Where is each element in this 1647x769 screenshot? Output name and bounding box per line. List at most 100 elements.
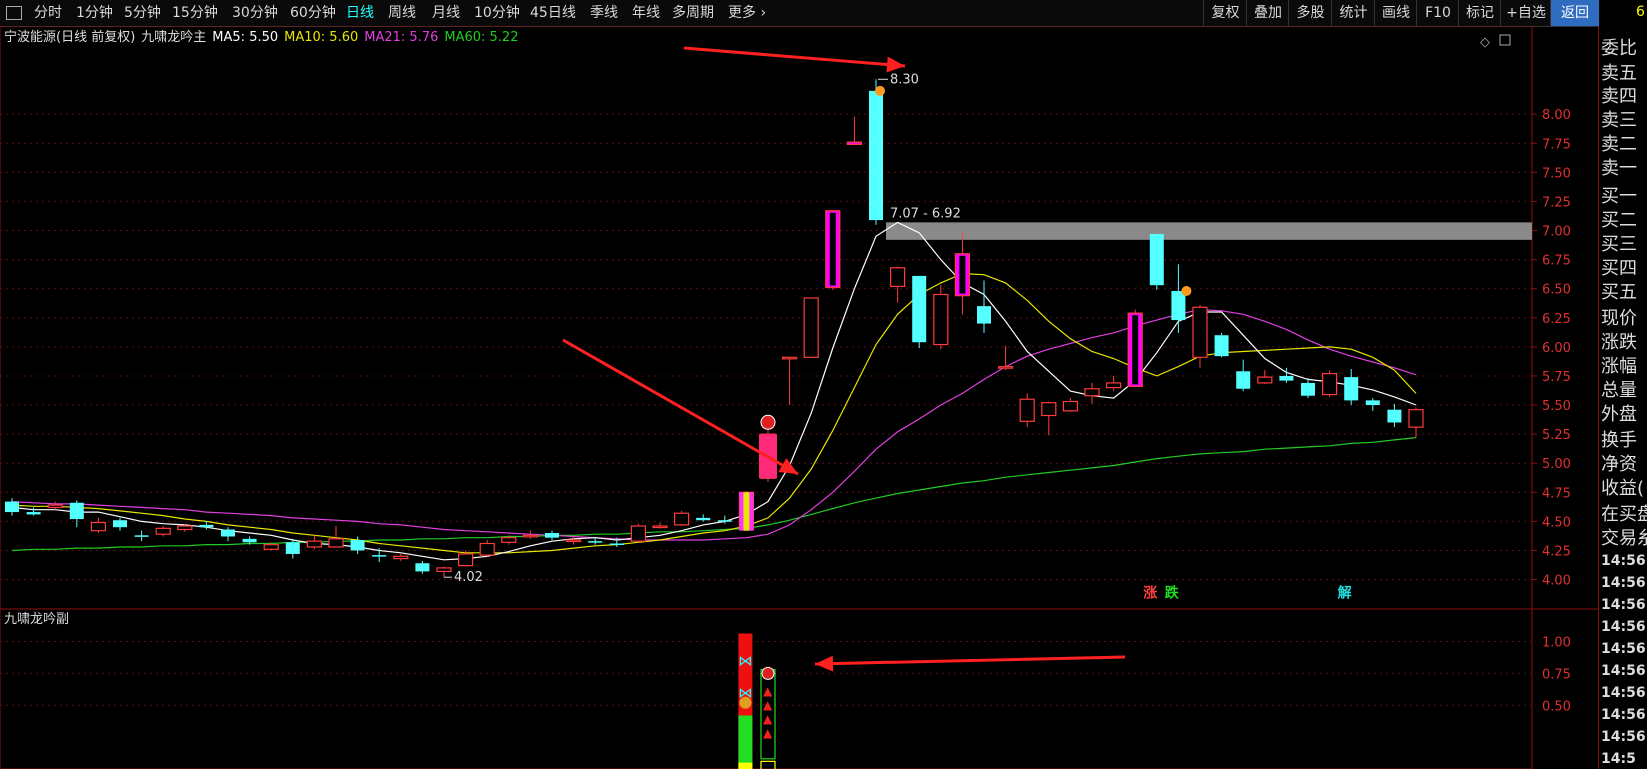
- time-label-9: 14:5: [1601, 751, 1636, 767]
- candle: [436, 566, 452, 578]
- y-tick-label: 4.00: [1542, 574, 1571, 589]
- candle-body: [912, 275, 927, 343]
- quote-label-11: 现价: [1601, 308, 1637, 329]
- candle-body: [1041, 402, 1057, 417]
- candle-body: [372, 555, 387, 557]
- sub-up-arrow: ▲: [763, 698, 773, 712]
- candle: [479, 539, 495, 557]
- candle-body: [717, 520, 732, 522]
- candle: [134, 530, 149, 542]
- tab-12[interactable]: 年线: [632, 0, 660, 26]
- corner-value: 6: [1636, 4, 1645, 20]
- annotation-arrow-top: [683, 46, 906, 68]
- money-icon: [739, 696, 752, 709]
- y-tick-label: 7.75: [1542, 137, 1571, 152]
- candle-body: [696, 517, 711, 521]
- toolbar-button-0[interactable]: 复权: [1203, 0, 1247, 26]
- tab-5[interactable]: 60分钟: [290, 0, 336, 26]
- quote-label-15: 外盘: [1601, 404, 1637, 425]
- candle-body: [588, 541, 603, 543]
- candle: [1301, 378, 1315, 399]
- time-label-0: 14:56: [1601, 553, 1646, 569]
- candle: [415, 560, 430, 574]
- candle: [1387, 403, 1402, 428]
- y-tick-label: 7.00: [1542, 225, 1571, 240]
- toolbar-button-3[interactable]: 统计: [1331, 0, 1375, 26]
- candle-body: [1321, 373, 1338, 396]
- tab-4[interactable]: 30分钟: [232, 0, 278, 26]
- candle-body: [306, 540, 322, 548]
- quote-label-3: 卖三: [1601, 110, 1637, 131]
- candle-body: [155, 527, 171, 535]
- ma5-line: [11, 221, 1417, 561]
- time-label-4: 14:56: [1601, 641, 1646, 657]
- kline-chart[interactable]: 8.00 7.75 7.50 7.25 7.00 6.75 6.50 6.25 6.00 5.75…: [0, 26, 1598, 769]
- toolbar-button-7[interactable]: +自选: [1500, 0, 1551, 26]
- tab-2[interactable]: 5分钟: [124, 0, 161, 26]
- toolbar-button-1[interactable]: 叠加: [1246, 0, 1289, 26]
- tab-1[interactable]: 1分钟: [76, 0, 113, 26]
- diamond-icon: ◇: [1480, 35, 1490, 50]
- candle: [889, 266, 906, 303]
- candle-body: [285, 542, 300, 554]
- tab-14[interactable]: 更多 ›: [728, 0, 766, 26]
- time-label-6: 14:56: [1601, 685, 1646, 701]
- candle-body: [90, 521, 107, 532]
- candle-body: [1171, 291, 1186, 321]
- candle-body: [781, 356, 798, 360]
- candle-body: [1236, 371, 1251, 389]
- tab-8[interactable]: 月线: [432, 0, 460, 26]
- tab-6[interactable]: 日线: [346, 0, 374, 26]
- candle: [1321, 370, 1338, 397]
- tab-10[interactable]: 45日线: [530, 0, 576, 26]
- candle-body: [177, 525, 193, 531]
- time-label-3: 14:56: [1601, 619, 1646, 635]
- runner-icon-peak: [875, 85, 885, 96]
- toolbar-button-5[interactable]: F10: [1416, 0, 1459, 26]
- toolbar-button-8[interactable]: 返回: [1550, 0, 1599, 26]
- quote-label-5: 卖一: [1601, 158, 1637, 179]
- tab-7[interactable]: 周线: [388, 0, 416, 26]
- candle: [155, 526, 171, 537]
- candle-body: [652, 525, 668, 529]
- candle: [113, 517, 127, 531]
- quote-label-6: 买一: [1601, 186, 1637, 207]
- signal-tag: 解: [1338, 584, 1352, 601]
- candle-body: [1214, 335, 1229, 357]
- candle: [1171, 264, 1186, 333]
- candle-body: [933, 293, 949, 346]
- candle-body: [1257, 376, 1273, 384]
- candle-body: [1062, 400, 1079, 412]
- candle-body: [501, 537, 517, 543]
- candle-body: [1301, 382, 1315, 396]
- sub-y-tick-label: 0.50: [1542, 699, 1571, 714]
- candle-body: [458, 553, 474, 567]
- candle-body: [393, 555, 409, 560]
- quote-panel: 委比 卖五 卖四 卖三 卖二 卖一 买一 买二 买三 买四 买五 现价 涨跌 涨幅 总量 外盘 换手 净资 收益(在…: [1598, 26, 1647, 769]
- candle: [933, 285, 949, 350]
- toolbar-button-6[interactable]: 标记: [1458, 0, 1501, 26]
- candle-body: [113, 520, 127, 528]
- candle-body: [545, 533, 559, 538]
- candle: [1149, 234, 1164, 290]
- tab-11[interactable]: 季线: [590, 0, 618, 26]
- restore-icon: [1499, 34, 1511, 46]
- y-tick-label: 4.75: [1542, 486, 1571, 501]
- candle: [5, 498, 19, 516]
- candle: [997, 345, 1014, 371]
- tab-3[interactable]: 15分钟: [172, 0, 218, 26]
- toolbar-button-2[interactable]: 多股: [1288, 0, 1332, 26]
- candle-body: [673, 512, 690, 526]
- tab-13[interactable]: 多周期: [672, 0, 714, 26]
- candle-body: [522, 534, 539, 538]
- quote-label-8: 买三: [1601, 234, 1637, 255]
- toolbar-button-4[interactable]: 画线: [1374, 0, 1417, 26]
- tab-9[interactable]: 10分钟: [474, 0, 520, 26]
- tab-0[interactable]: 分时: [34, 0, 62, 26]
- candle: [221, 527, 235, 542]
- candle-body: [803, 297, 819, 358]
- candle: [1257, 370, 1273, 385]
- candle-body: [436, 567, 452, 573]
- panel-toggle-icon[interactable]: [6, 6, 22, 20]
- candle: [1105, 375, 1122, 392]
